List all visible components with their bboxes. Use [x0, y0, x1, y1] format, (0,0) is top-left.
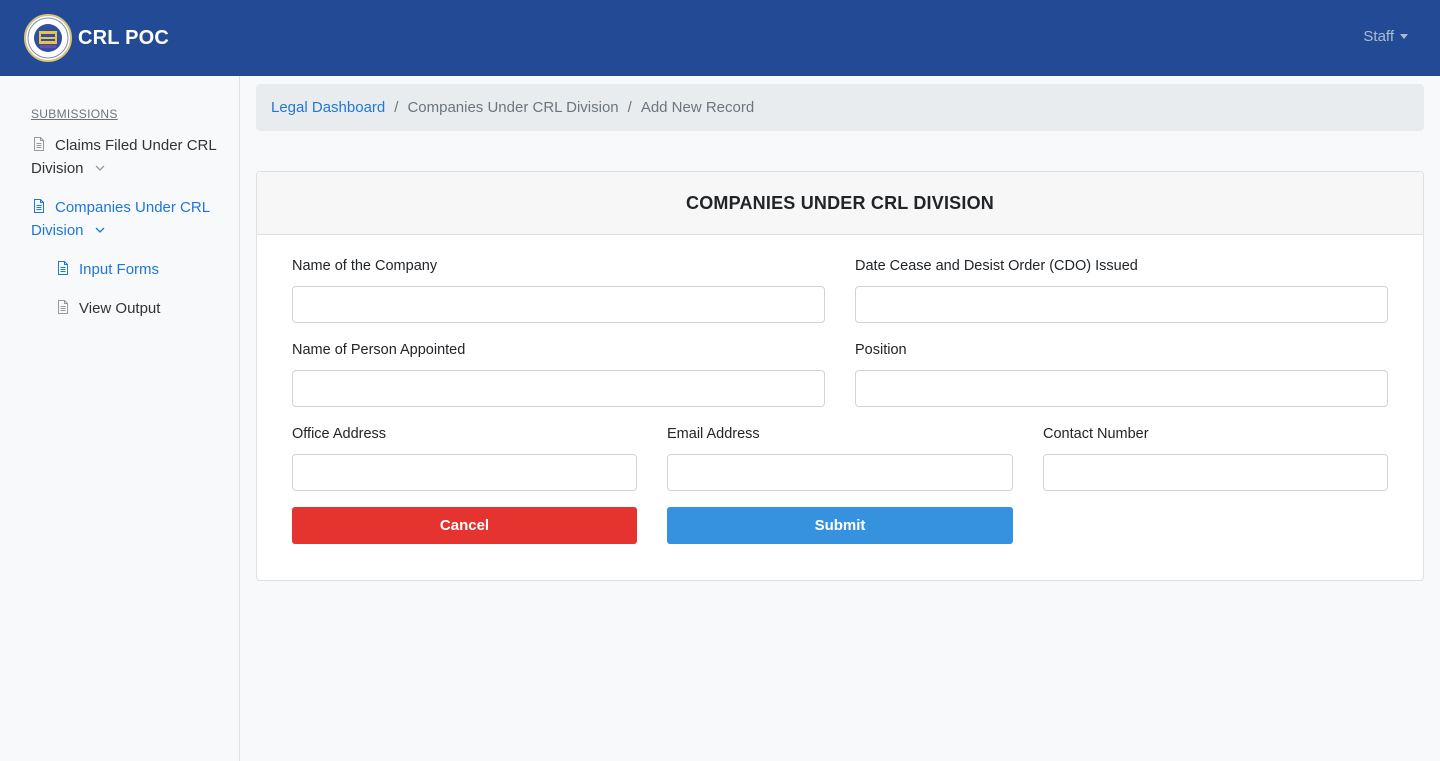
user-menu-dropdown[interactable]: Staff — [1363, 28, 1408, 45]
office-address-label: Office Address — [292, 426, 387, 442]
breadcrumb-separator: / — [627, 99, 632, 116]
sidebar-subitem-label: Input Forms — [79, 261, 160, 278]
company-name-label: Name of the Company — [292, 258, 438, 274]
sidebar-item-label-cont: Division — [31, 160, 84, 177]
breadcrumb-separator: / — [394, 99, 399, 116]
file-text-icon — [58, 300, 68, 314]
form-card: COMPANIES UNDER CRL DIVISION Name of the… — [256, 171, 1424, 581]
sidebar-subitem-input-forms[interactable]: Input Forms — [55, 258, 159, 281]
cdo-date-label: Date Cease and Desist Order (CDO) Issued — [855, 258, 1138, 274]
person-appointed-input[interactable] — [292, 370, 825, 407]
sidebar-item-companies[interactable]: Companies Under CRL Division — [31, 196, 231, 242]
email-label: Email Address — [667, 426, 760, 442]
main-content: Legal Dashboard / Companies Under CRL Di… — [240, 76, 1440, 761]
sidebar-item-label-cont: Division — [31, 222, 84, 239]
user-menu-label: Staff — [1363, 28, 1394, 45]
sidebar-item-claims-filed[interactable]: Claims Filed Under CRL Division — [31, 134, 231, 180]
breadcrumb: Legal Dashboard / Companies Under CRL Di… — [256, 84, 1424, 131]
breadcrumb-companies: Companies Under CRL Division — [407, 99, 619, 116]
chevron-down-icon — [95, 165, 105, 171]
office-address-input[interactable] — [292, 454, 637, 491]
email-input[interactable] — [667, 454, 1013, 491]
cancel-button[interactable]: Cancel — [292, 507, 637, 544]
sidebar-item-label: Companies Under CRL — [55, 199, 211, 216]
submit-button[interactable]: Submit — [667, 507, 1013, 544]
chevron-down-icon — [95, 227, 105, 233]
form-title: COMPANIES UNDER CRL DIVISION — [686, 192, 994, 213]
position-label: Position — [855, 342, 907, 358]
sidebar: SUBMISSIONS Claims Filed Under CRL Divis… — [0, 76, 240, 761]
file-text-icon — [34, 199, 44, 213]
contact-number-input[interactable] — [1043, 454, 1388, 491]
sidebar-item-label: Claims Filed Under CRL — [55, 137, 217, 154]
sidebar-subitem-view-output[interactable]: View Output — [55, 297, 160, 320]
file-text-icon — [58, 261, 68, 275]
breadcrumb-legal-dashboard[interactable]: Legal Dashboard — [271, 99, 385, 116]
card-header: COMPANIES UNDER CRL DIVISION — [257, 172, 1423, 235]
sidebar-subitem-label: View Output — [79, 300, 161, 317]
sidebar-heading: SUBMISSIONS — [31, 107, 118, 121]
contact-number-label: Contact Number — [1043, 426, 1149, 442]
app-name: CRL POC — [78, 26, 170, 49]
breadcrumb-current: Add New Record — [640, 99, 755, 116]
top-navbar: CRL POC Staff — [0, 0, 1440, 76]
brand[interactable]: CRL POC — [24, 14, 169, 62]
company-name-input[interactable] — [292, 286, 825, 323]
cdo-date-input[interactable] — [855, 286, 1388, 323]
caret-down-icon — [1400, 34, 1408, 39]
person-appointed-label: Name of Person Appointed — [292, 342, 466, 358]
agency-seal-logo — [24, 14, 72, 62]
file-text-icon — [34, 137, 44, 151]
position-input[interactable] — [855, 370, 1388, 407]
